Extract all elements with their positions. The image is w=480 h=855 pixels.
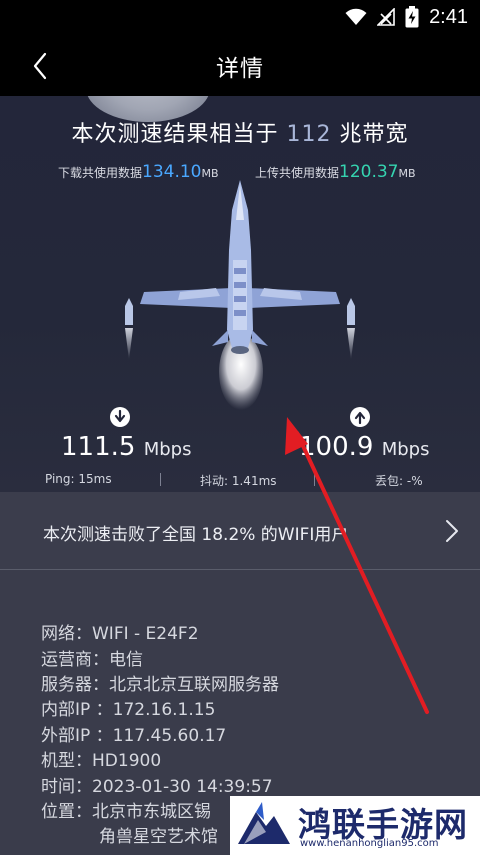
ranking-text: 本次测速击败了全国 18.2% 的WIFI用户 <box>43 525 349 545</box>
status-icons: 2:41 <box>345 5 468 29</box>
download-usage-label: 下载共使用数据 <box>58 166 143 180</box>
detail-internal-ip: 内部IP ：172.16.1.15 <box>41 700 216 720</box>
download-usage: 下载共使用数据134.10MB <box>58 162 219 182</box>
speed-result-panel: 本次测速结果相当于 112 兆带宽 下载共使用数据134.10MB 上传共使用数… <box>0 96 480 492</box>
app-bar: 详情 <box>0 34 480 96</box>
download-speed-value: 111.5 <box>61 432 136 462</box>
upload-arrow-icon <box>350 407 370 427</box>
detail-server: 服务器：北京北京互联网服务器 <box>41 675 279 695</box>
status-bar: 2:41 <box>0 0 480 34</box>
download-usage-value: 134.10 <box>142 162 202 182</box>
upload-usage: 上传共使用数据120.37MB <box>255 162 416 182</box>
chevron-right-icon <box>446 520 458 542</box>
network-stats: Ping: 15ms 抖动: 1.41ms 丢包: -% <box>0 472 480 492</box>
download-speed: 111.5 Mbps <box>61 432 191 462</box>
jet-illustration <box>125 180 355 410</box>
page-title: 详情 <box>216 56 264 82</box>
unicorn-logo-icon <box>238 802 290 844</box>
upload-usage-label: 上传共使用数据 <box>255 166 340 180</box>
upload-usage-unit: MB <box>398 167 416 180</box>
detail-carrier: 运营商：电信 <box>41 650 143 670</box>
loss-stat: 丢包: -% <box>375 474 423 488</box>
detail-location-cont: 角兽星空艺术馆 <box>99 827 218 847</box>
stat-divider <box>314 473 315 486</box>
stat-divider <box>160 473 161 486</box>
detail-model: 机型：HD1900 <box>41 751 162 771</box>
upload-usage-value: 120.37 <box>339 162 399 182</box>
status-clock: 2:41 <box>429 5 468 28</box>
jitter-stat: 抖动: 1.41ms <box>200 474 277 488</box>
headline-prefix: 本次测速结果相当于 <box>71 122 287 147</box>
result-headline: 本次测速结果相当于 112 兆带宽 <box>0 116 480 148</box>
download-speed-unit: Mbps <box>143 439 192 460</box>
upload-speed-value: 100.9 <box>299 432 374 462</box>
headline-suffix: 兆带宽 <box>331 122 409 147</box>
upload-speed: 100.9 Mbps <box>299 432 429 462</box>
ping-stat: Ping: 15ms <box>45 472 112 486</box>
watermark-url: www.henanhonglian95.com <box>300 838 439 849</box>
watermark-logo: 鸿联手游网 www.henanhonglian95.com <box>230 796 480 855</box>
detail-external-ip: 外部IP ：117.45.60.17 <box>41 726 227 746</box>
detail-time: 时间：2023-01-30 14:39:57 <box>41 777 273 797</box>
upload-speed-unit: Mbps <box>381 439 430 460</box>
wifi-icon <box>345 8 367 25</box>
detail-location: 位置：北京市东城区锡 <box>41 802 211 822</box>
detail-network: 网络：WIFI - E24F2 <box>41 624 199 644</box>
bandwidth-value: 112 <box>286 122 332 147</box>
battery-charging-icon <box>405 6 419 28</box>
download-arrow-icon <box>110 407 130 427</box>
signal-icon <box>377 8 395 26</box>
download-usage-unit: MB <box>201 167 219 180</box>
ranking-row[interactable]: 本次测速击败了全国 18.2% 的WIFI用户 <box>0 492 480 570</box>
